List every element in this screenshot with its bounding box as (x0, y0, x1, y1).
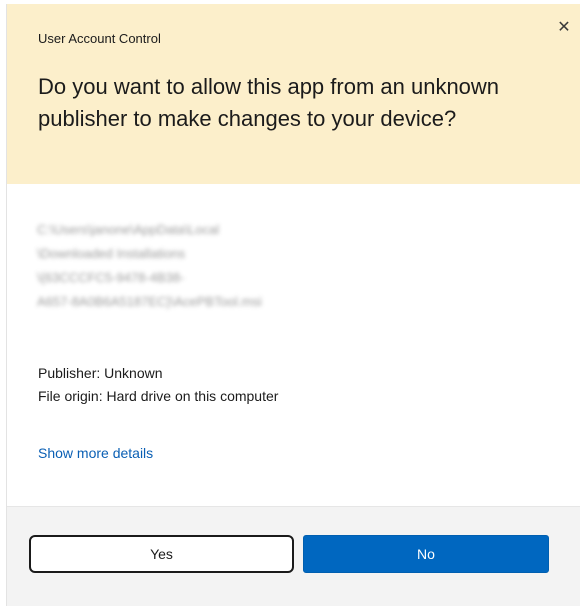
program-path: C:\Users\janone\AppData\Local \Downloade… (37, 218, 457, 314)
uac-dialog: User Account Control ✕ Do you want to al… (6, 4, 580, 606)
close-icon: ✕ (557, 19, 571, 36)
program-path-line: C:\Users\janone\AppData\Local (37, 222, 220, 237)
no-button[interactable]: No (303, 535, 549, 573)
file-origin-text: File origin: Hard drive on this computer (38, 388, 279, 404)
uac-question: Do you want to allow this app from an un… (38, 74, 500, 131)
program-path-line: \Downloaded Installations (37, 246, 186, 261)
dialog-title: User Account Control (38, 31, 161, 46)
yes-button[interactable]: Yes (29, 535, 294, 573)
show-more-details-link[interactable]: Show more details (38, 445, 153, 461)
publisher-text: Publisher: Unknown (38, 365, 163, 381)
program-path-line: A657-8A0B6A5187EC}\AcePBTool.msi (37, 294, 262, 309)
close-button[interactable]: ✕ (553, 16, 575, 38)
program-path-line: \{63CCCFC5-9478-4B38- (37, 270, 185, 285)
dialog-header: User Account Control ✕ Do you want to al… (7, 4, 580, 184)
